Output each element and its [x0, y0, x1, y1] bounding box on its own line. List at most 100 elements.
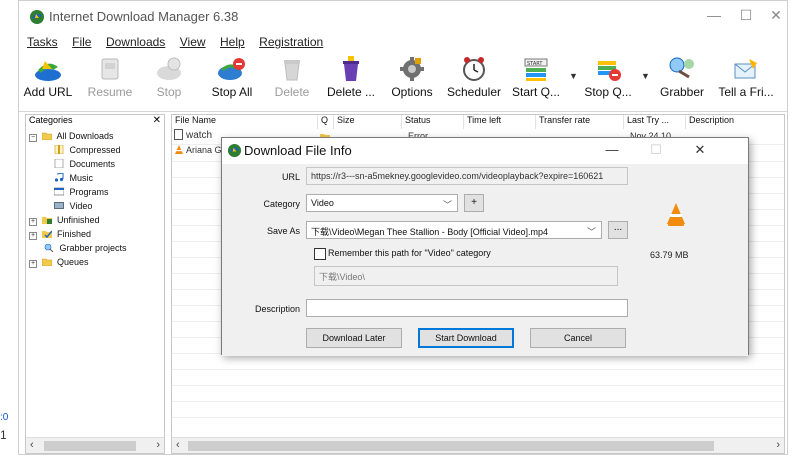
music-icon: [54, 173, 64, 182]
column-header-queue[interactable]: Q: [318, 115, 334, 129]
save-as-value: 下载\Video\Megan Thee Stallion - Body [Off…: [311, 227, 548, 237]
browse-button[interactable]: ...: [608, 221, 628, 239]
delete-completed-label: Delete ...: [326, 85, 376, 99]
expand-icon[interactable]: +: [29, 232, 37, 240]
column-header-transfer-rate[interactable]: Transfer rate: [536, 115, 624, 129]
column-header-status[interactable]: Status: [402, 115, 464, 129]
menu-bar: Tasks File Downloads View Help Registrat…: [19, 33, 787, 51]
stop-queue-dropdown-arrow[interactable]: ▼: [641, 71, 650, 81]
category-value: Video: [311, 198, 334, 208]
dialog-minimize-button[interactable]: —: [602, 142, 622, 157]
tree-label: Unfinished: [57, 215, 100, 225]
stop-queue-button[interactable]: Stop Q...: [581, 53, 635, 105]
column-header-description[interactable]: Description: [686, 115, 786, 129]
scheduler-label: Scheduler: [446, 85, 502, 99]
column-header-last-try[interactable]: Last Try ...: [624, 115, 686, 129]
stop-label: Stop: [156, 85, 182, 99]
maximize-button[interactable]: ☐: [731, 7, 761, 24]
background-window-edge-glyph: 1: [0, 428, 7, 442]
scheduler-button[interactable]: Scheduler: [443, 53, 505, 105]
tree-item-programs[interactable]: Programs: [54, 185, 109, 199]
save-as-label: Save As: [266, 226, 300, 236]
tree-item-documents[interactable]: Documents: [54, 157, 115, 171]
stop-all-icon: [218, 58, 245, 80]
remember-path-checkbox[interactable]: [314, 248, 326, 260]
tree-item-queues[interactable]: + Queues: [29, 255, 89, 269]
start-download-button[interactable]: Start Download: [418, 328, 514, 348]
tell-a-friend-button[interactable]: Tell a Fri...: [711, 53, 781, 105]
scroll-left-arrow-icon[interactable]: ‹: [30, 439, 34, 451]
delete-completed-icon: [343, 56, 359, 81]
scroll-right-arrow-icon[interactable]: ›: [776, 439, 780, 451]
start-queue-dropdown-arrow[interactable]: ▼: [569, 71, 578, 81]
delete-button[interactable]: Delete: [271, 53, 313, 105]
delete-completed-button[interactable]: Delete ...: [323, 53, 379, 105]
category-label: Category: [263, 199, 300, 209]
finished-icon: [41, 230, 52, 238]
add-url-button[interactable]: Add URL: [19, 53, 77, 105]
download-later-button[interactable]: Download Later: [306, 328, 402, 348]
menu-downloads[interactable]: Downloads: [106, 35, 165, 49]
url-label: URL: [281, 172, 300, 182]
url-field[interactable]: https://r3---sn-a5mekney.googlevideo.com…: [306, 167, 628, 185]
vlc-file-icon: [175, 145, 183, 154]
menu-help[interactable]: Help: [220, 35, 245, 49]
categories-close-button[interactable]: ✕: [153, 115, 161, 126]
scheduler-icon: [463, 57, 485, 81]
close-button[interactable]: ✕: [761, 7, 791, 24]
file-list-horizontal-scrollbar[interactable]: ‹ ›: [172, 437, 784, 453]
row-divider: [172, 385, 784, 386]
remember-path-label[interactable]: Remember this path for "Video" category: [328, 248, 491, 258]
expand-icon[interactable]: +: [29, 260, 37, 268]
categories-horizontal-scrollbar[interactable]: ‹ ›: [26, 437, 164, 453]
grabber-label: Grabber: [659, 85, 705, 99]
tree-item-unfinished[interactable]: + Unfinished: [29, 213, 100, 227]
tree-item-compressed[interactable]: Compressed: [54, 143, 121, 157]
menu-file[interactable]: File: [72, 35, 91, 49]
expand-icon[interactable]: +: [29, 218, 37, 226]
tree-label: All Downloads: [56, 131, 114, 141]
column-header-file-name[interactable]: File Name: [172, 115, 318, 129]
column-header-size[interactable]: Size: [334, 115, 402, 129]
tree-item-all-downloads[interactable]: − All Downloads: [29, 129, 114, 143]
delete-icon: [284, 60, 300, 81]
tree-label: Programs: [69, 187, 109, 197]
resume-button[interactable]: Resume: [85, 53, 135, 105]
save-as-combobox[interactable]: 下载\Video\Megan Thee Stallion - Body [Off…: [306, 221, 602, 239]
scrollbar-thumb[interactable]: [188, 441, 714, 451]
scroll-right-arrow-icon[interactable]: ›: [156, 439, 160, 451]
idm-dialog-icon: [227, 143, 242, 158]
stop-button[interactable]: Stop: [151, 53, 187, 105]
scroll-left-arrow-icon[interactable]: ‹: [176, 439, 180, 451]
dialog-close-button[interactable]: ✕: [690, 142, 710, 158]
menu-tasks[interactable]: Tasks: [27, 35, 58, 49]
tree-item-video[interactable]: Video: [54, 199, 92, 213]
tree-item-finished[interactable]: + Finished: [29, 227, 91, 241]
tree-label: Finished: [57, 229, 92, 239]
menu-registration[interactable]: Registration: [259, 35, 323, 49]
cancel-button[interactable]: Cancel: [530, 328, 626, 348]
tree-item-music[interactable]: Music: [54, 171, 93, 185]
description-field[interactable]: [306, 299, 628, 317]
stop-all-button[interactable]: Stop All: [205, 53, 259, 105]
download-later-label: Download Later: [322, 333, 386, 343]
scrollbar-thumb[interactable]: [44, 441, 136, 451]
file-size-text: 63.79 MB: [650, 250, 689, 260]
menu-view[interactable]: View: [180, 35, 206, 49]
idm-app-icon: [30, 10, 44, 24]
collapse-icon[interactable]: −: [29, 134, 37, 142]
options-button[interactable]: Options: [387, 53, 437, 105]
tree-item-grabber-projects[interactable]: Grabber projects: [44, 241, 127, 255]
tree-label: Video: [69, 201, 93, 211]
dialog-body: URL https://r3---sn-a5mekney.googlevideo…: [222, 164, 748, 356]
minimize-button[interactable]: —: [699, 7, 729, 23]
file-icon: [174, 129, 183, 140]
stop-icon: [157, 57, 181, 80]
add-category-button[interactable]: +: [464, 194, 484, 212]
category-select[interactable]: Video ﹀: [306, 194, 458, 212]
grabber-button[interactable]: Grabber: [655, 53, 709, 105]
start-queue-button[interactable]: START Start Q...: [509, 53, 563, 105]
tree-label: Compressed: [69, 145, 121, 155]
dialog-title-bar: Download File Info — ☐ ✕: [222, 138, 748, 164]
column-header-time-left[interactable]: Time left: [464, 115, 536, 129]
